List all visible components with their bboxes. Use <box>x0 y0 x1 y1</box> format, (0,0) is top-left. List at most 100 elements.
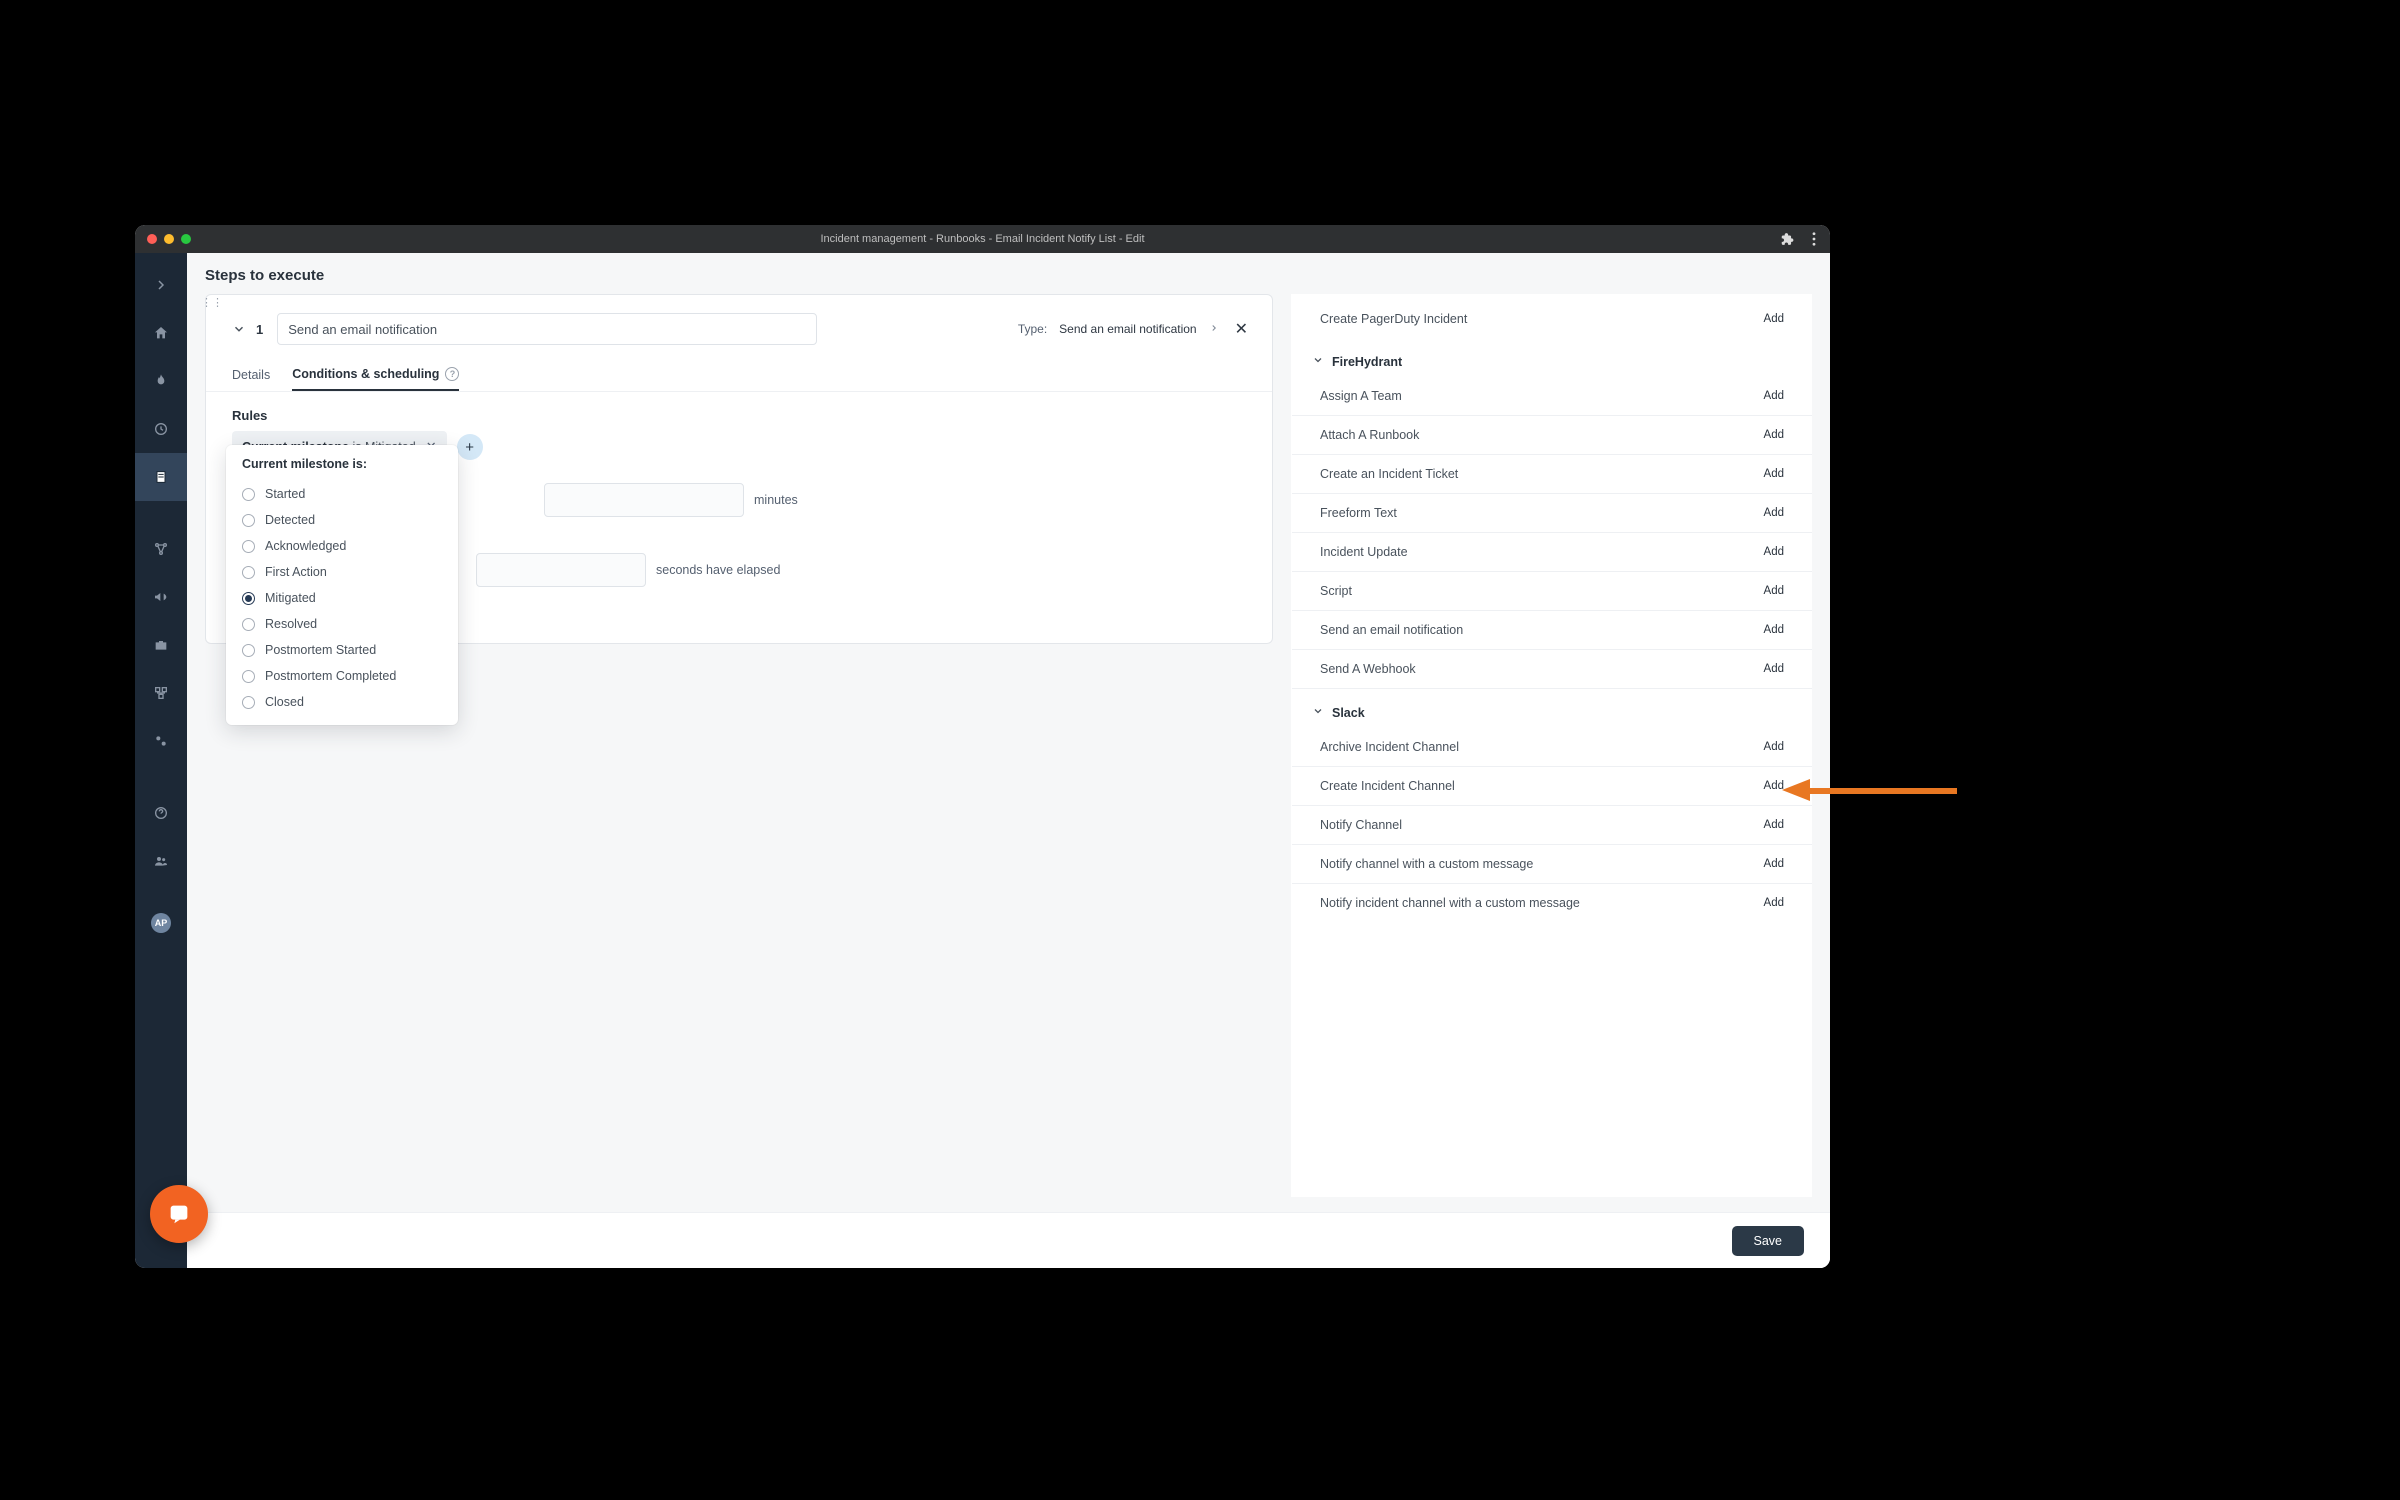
milestone-option[interactable]: First Action <box>226 559 458 585</box>
popover-title: Current milestone is: <box>226 457 458 481</box>
step-index: 1 <box>256 322 267 337</box>
radio-icon <box>242 514 255 527</box>
milestone-option[interactable]: Mitigated <box>226 585 458 611</box>
milestone-option-label: Closed <box>265 695 304 709</box>
add-action-button[interactable]: Add <box>1764 819 1784 831</box>
step-type-label: Type: <box>1018 322 1047 336</box>
add-action-button[interactable]: Add <box>1764 507 1784 519</box>
milestone-option-label: Mitigated <box>265 591 316 605</box>
runbooks-icon[interactable] <box>135 453 187 501</box>
add-action-button[interactable]: Add <box>1764 468 1784 480</box>
milestone-option[interactable]: Detected <box>226 507 458 533</box>
add-action-button[interactable]: Add <box>1764 780 1784 792</box>
action-group-name: Slack <box>1332 706 1365 720</box>
action-item: Create PagerDuty IncidentAdd <box>1292 300 1812 338</box>
settings-icon[interactable] <box>135 717 187 765</box>
action-item: Send A Webhook Add <box>1292 650 1812 689</box>
avatar[interactable]: AP <box>135 899 187 947</box>
add-action-button[interactable]: Add <box>1764 624 1784 636</box>
radio-icon <box>242 566 255 579</box>
chevron-right-icon <box>1209 322 1219 336</box>
milestone-option[interactable]: Closed <box>226 689 458 715</box>
step-title-input[interactable] <box>277 313 817 345</box>
action-item-label: Create an Incident Ticket <box>1320 467 1458 481</box>
page-title: Incident management - Runbooks - Email I… <box>820 233 1144 245</box>
add-action-button[interactable]: Add <box>1764 429 1784 441</box>
chevron-down-icon[interactable] <box>232 322 246 336</box>
action-item: Notify ChannelAdd <box>1292 806 1812 845</box>
milestone-option-label: Postmortem Started <box>265 643 376 657</box>
help-icon[interactable] <box>135 789 187 837</box>
minutes-input[interactable] <box>544 483 744 517</box>
milestone-option[interactable]: Resolved <box>226 611 458 637</box>
add-rule-button[interactable]: + <box>457 434 483 460</box>
action-group-header[interactable]: Slack <box>1292 689 1812 728</box>
users-icon[interactable] <box>135 837 187 885</box>
milestone-option[interactable]: Started <box>226 481 458 507</box>
drag-handle-icon[interactable]: ⋮⋮ <box>205 295 219 309</box>
help-circle-icon[interactable]: ? <box>445 367 459 381</box>
action-item-label: Notify channel with a custom message <box>1320 857 1533 871</box>
window-minimize-icon[interactable] <box>164 234 174 244</box>
window-close-icon[interactable] <box>147 234 157 244</box>
titlebar: Incident management - Runbooks - Email I… <box>135 225 1830 253</box>
close-icon[interactable]: ✕ <box>1231 319 1252 339</box>
action-item-label: Attach A Runbook <box>1320 428 1419 442</box>
add-action-button[interactable]: Add <box>1764 897 1784 909</box>
action-item: Send an email notification Add <box>1292 611 1812 650</box>
briefcase-icon[interactable] <box>135 621 187 669</box>
intercom-fab[interactable] <box>150 1185 208 1243</box>
milestone-option-label: Detected <box>265 513 315 527</box>
announce-icon[interactable] <box>135 573 187 621</box>
incidents-icon[interactable] <box>135 357 187 405</box>
radio-icon <box>242 644 255 657</box>
sidebar-collapse-icon[interactable] <box>135 261 187 309</box>
action-item: Notify incident channel with a custom me… <box>1292 884 1812 922</box>
action-item-label: Archive Incident Channel <box>1320 740 1459 754</box>
tab-conditions[interactable]: Conditions & scheduling ? <box>292 359 459 391</box>
action-item: ScriptAdd <box>1292 572 1812 611</box>
add-action-button[interactable]: Add <box>1764 546 1784 558</box>
step-type-link[interactable]: Send an email notification <box>1059 322 1196 336</box>
action-item-label: Send an email notification <box>1320 623 1463 637</box>
add-action-button[interactable]: Add <box>1764 741 1784 753</box>
chevron-down-icon <box>1312 354 1324 369</box>
action-item-label: Incident Update <box>1320 545 1408 559</box>
network-icon[interactable] <box>135 525 187 573</box>
save-button[interactable]: Save <box>1732 1226 1805 1256</box>
kebab-menu-icon[interactable] <box>1812 232 1816 246</box>
milestone-option[interactable]: Postmortem Completed <box>226 663 458 689</box>
footer: Save <box>187 1212 1830 1268</box>
action-item: Freeform Text Add <box>1292 494 1812 533</box>
tab-bar: Details Conditions & scheduling ? <box>206 353 1272 392</box>
extension-icon[interactable] <box>1780 232 1794 246</box>
step-card: ⋮⋮ 1 Type: Send an email notification <box>205 294 1273 644</box>
action-item: Create Incident ChannelAdd <box>1292 767 1812 806</box>
action-item-label: Send A Webhook <box>1320 662 1416 676</box>
add-action-button[interactable]: Add <box>1764 585 1784 597</box>
milestone-option[interactable]: Acknowledged <box>226 533 458 559</box>
minutes-suffix: minutes <box>754 493 798 507</box>
tab-details[interactable]: Details <box>232 359 270 391</box>
action-item-label: Notify incident channel with a custom me… <box>1320 896 1580 910</box>
main-content: Steps to execute ⋮⋮ 1 <box>187 253 1830 1268</box>
seconds-input[interactable] <box>476 553 646 587</box>
milestone-option[interactable]: Postmortem Started <box>226 637 458 663</box>
add-action-button[interactable]: Add <box>1764 858 1784 870</box>
action-item-label: Freeform Text <box>1320 506 1397 520</box>
chevron-down-icon <box>1312 705 1324 720</box>
browser-window: Incident management - Runbooks - Email I… <box>135 225 1830 1268</box>
clock-icon[interactable] <box>135 405 187 453</box>
add-action-button[interactable]: Add <box>1764 313 1784 325</box>
radio-icon <box>242 592 255 605</box>
add-action-button[interactable]: Add <box>1764 390 1784 402</box>
rules-heading: Rules <box>206 392 1272 431</box>
home-icon[interactable] <box>135 309 187 357</box>
window-maximize-icon[interactable] <box>181 234 191 244</box>
add-action-button[interactable]: Add <box>1764 663 1784 675</box>
window-controls <box>135 234 191 244</box>
org-icon[interactable] <box>135 669 187 717</box>
action-group-header[interactable]: FireHydrant <box>1292 338 1812 377</box>
seconds-suffix: seconds have elapsed <box>656 563 780 577</box>
radio-icon <box>242 670 255 683</box>
